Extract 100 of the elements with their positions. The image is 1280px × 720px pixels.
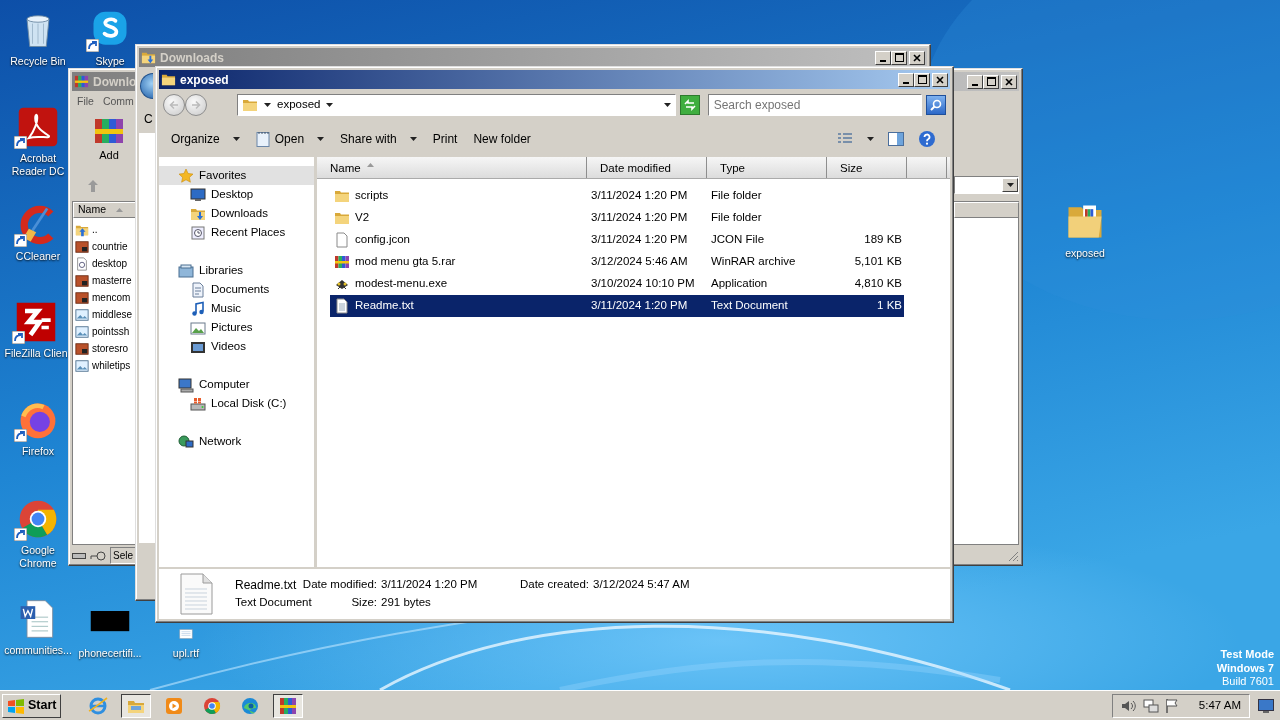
field-label: Size: — [351, 595, 377, 610]
start-button[interactable]: Start — [2, 693, 62, 718]
file-row[interactable]: V2 3/11/2024 1:20 PM File folder — [330, 207, 904, 229]
maximize-button[interactable] — [983, 74, 999, 89]
icon-label[interactable]: Firefox — [21, 445, 55, 458]
nav-item[interactable]: Computer — [159, 375, 314, 394]
field-value: 291 bytes — [381, 595, 432, 610]
file-row[interactable]: mencom — [75, 289, 133, 306]
size-text: 4,810 KB — [854, 276, 902, 292]
dropdown-button[interactable] — [1002, 178, 1018, 192]
file-name: mod menu gta 5.rar — [355, 254, 456, 270]
column-header[interactable]: Size — [827, 157, 907, 178]
icon-label[interactable]: Recycle Bin — [10, 55, 66, 68]
nav-item[interactable]: Libraries — [159, 261, 314, 280]
column-header[interactable]: Date modified — [587, 157, 707, 178]
network-icon[interactable] — [1142, 697, 1159, 714]
file-row[interactable]: pointssh — [75, 323, 133, 340]
refresh-button[interactable] — [680, 95, 700, 115]
minimize-button[interactable] — [898, 72, 914, 87]
icon-label[interactable]: Skype — [95, 55, 125, 68]
resize-grip-icon[interactable] — [1008, 551, 1019, 562]
nav-item[interactable]: Videos — [159, 337, 314, 356]
type-text: Text Document — [711, 298, 788, 314]
close-button[interactable] — [909, 50, 925, 65]
taskbar-button[interactable] — [121, 693, 152, 718]
file-row[interactable]: .. — [75, 221, 133, 238]
nav-item[interactable]: Recent Places — [159, 223, 314, 242]
toolbar-button[interactable]: New folder — [467, 128, 537, 150]
toolbar-button[interactable]: Organize — [165, 128, 246, 150]
speaker-icon[interactable] — [1120, 698, 1137, 713]
search-button[interactable] — [926, 95, 946, 115]
search-field[interactable]: Search exposed — [707, 94, 923, 116]
file-row[interactable]: whiletips — [75, 357, 133, 374]
windows-flag-icon — [7, 697, 25, 714]
toolbar-button[interactable]: Print — [426, 128, 464, 150]
file-row[interactable]: Readme.txt 3/11/2024 1:20 PM Text Document 1 KB — [330, 295, 904, 317]
file-row[interactable]: storesro — [75, 340, 133, 357]
nav-item[interactable]: Documents — [159, 280, 314, 299]
close-button[interactable] — [932, 72, 948, 87]
nav-item[interactable]: Pictures — [159, 318, 314, 337]
file-row[interactable]: mod menu gta 5.rar 3/12/2024 5:46 AM WinRAR archive 5,101 KB — [330, 251, 904, 273]
icon-label[interactable]: Google Chrome — [4, 544, 72, 570]
file-row[interactable]: masterre — [75, 272, 133, 289]
nav-item[interactable]: Music — [159, 299, 314, 318]
close-icon — [1005, 77, 1013, 86]
close-icon — [913, 53, 921, 62]
column-header[interactable]: Type — [707, 157, 827, 178]
show-desktop-icon[interactable] — [1258, 698, 1274, 713]
nav-item[interactable]: Downloads — [159, 204, 314, 223]
settings-file-icon — [75, 256, 89, 271]
nav-item[interactable]: Network — [159, 432, 314, 451]
toolbar-button[interactable]: Share with — [334, 128, 423, 150]
icon-label[interactable]: exposed — [1065, 247, 1105, 260]
path-field[interactable] — [954, 176, 1019, 194]
file-name: modest-menu.exe — [355, 276, 448, 292]
minimize-icon — [972, 83, 978, 86]
address-field[interactable]: exposed — [237, 94, 676, 116]
back-button[interactable] — [140, 73, 153, 99]
file-row[interactable]: middlese — [75, 306, 133, 323]
column-header[interactable] — [954, 202, 1019, 218]
icon-label[interactable]: FileZilla Clien — [4, 347, 68, 360]
back-button[interactable] — [163, 94, 185, 116]
archive-icon — [334, 254, 350, 270]
menu-item[interactable]: File — [77, 94, 94, 110]
clock-text[interactable]: 5:47 AM — [1198, 696, 1241, 715]
menu-item[interactable]: Comm — [102, 94, 134, 110]
nav-item[interactable]: Desktop — [159, 185, 314, 204]
type-text: WinRAR archive — [711, 254, 796, 270]
taskbar-button[interactable] — [273, 693, 304, 718]
maximize-button[interactable] — [914, 72, 930, 87]
icon-label[interactable]: CCleaner — [15, 250, 61, 263]
icon-label[interactable]: Acrobat Reader DC — [4, 152, 72, 178]
image-icon — [75, 324, 89, 339]
minimize-button[interactable] — [875, 50, 891, 65]
minimize-button[interactable] — [967, 74, 983, 89]
file-row[interactable]: config.jcon 3/11/2024 1:20 PM JCON File 189 KB — [330, 229, 904, 251]
file-row[interactable]: modest-menu.exe 3/10/2024 10:10 PM Application 4,810 KB — [330, 273, 904, 295]
maximize-button[interactable] — [891, 50, 907, 65]
help-icon[interactable] — [918, 130, 936, 148]
file-row[interactable]: desktop — [75, 255, 133, 272]
forward-button[interactable] — [185, 94, 207, 116]
window-title: Downlo — [93, 73, 137, 91]
column-header[interactable]: Name — [73, 202, 137, 218]
app-icon — [74, 74, 89, 89]
preview-pane-icon[interactable] — [888, 132, 904, 146]
ring-icon — [202, 695, 223, 716]
flag-icon[interactable] — [1164, 697, 1179, 714]
browser-icon — [88, 695, 109, 716]
field-value: 3/12/2024 5:47 AM — [593, 577, 691, 592]
toolbar-button[interactable]: Open — [249, 128, 331, 150]
close-button[interactable] — [1001, 74, 1017, 89]
nav-item[interactable]: Favorites — [159, 166, 314, 185]
maximize-icon — [986, 77, 996, 86]
window-title: Downloads — [160, 49, 224, 67]
column-header[interactable]: Name — [317, 157, 587, 178]
nav-item[interactable]: Local Disk (C:) — [159, 394, 314, 413]
breadcrumb-item[interactable]: exposed — [277, 96, 321, 114]
file-row[interactable]: countrie — [75, 238, 133, 255]
file-row[interactable]: scripts 3/11/2024 1:20 PM File folder — [330, 185, 904, 207]
toolbar-button[interactable]: Add — [91, 115, 127, 164]
